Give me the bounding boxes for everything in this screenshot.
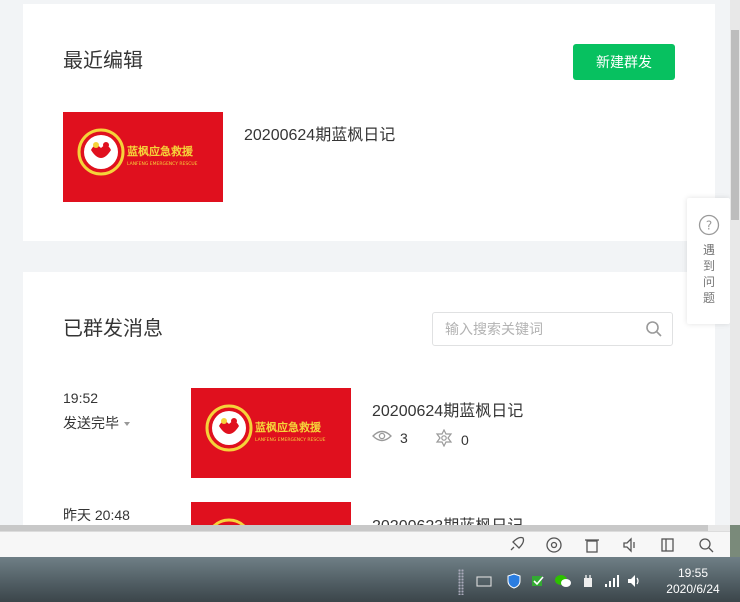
volume-icon[interactable] [626,573,642,589]
wechat-icon[interactable] [554,573,571,589]
message-thumbnail[interactable]: 蓝枫应急救援 LANFENG EMERGENCY RESCUE [191,388,351,478]
rocket-icon[interactable] [507,536,525,554]
search-box[interactable] [432,312,673,346]
lanfeng-logo: 蓝枫应急救援 LANFENG EMERGENCY RESCUE [191,388,351,478]
taskbar-grip[interactable] [458,569,464,595]
speaker-icon[interactable] [621,536,639,554]
thumb-en-text: LANFENG EMERGENCY RESCUE [127,161,198,167]
new-mass-send-button[interactable]: 新建群发 [573,44,675,80]
chevron-down-icon [124,422,130,427]
keyboard-icon[interactable] [476,573,492,589]
view-count: 3 [372,429,408,446]
vertical-scrollbar[interactable] [730,0,740,525]
taskbar-clock[interactable]: 19:55 2020/6/24 [648,565,738,597]
help-icon: ? [698,214,720,241]
search-input[interactable] [443,320,642,338]
message-title[interactable]: 20200623期蓝枫日记 [372,512,523,525]
browser-status-bar [0,531,730,558]
vertical-scroll-thumb[interactable] [731,30,739,220]
message-time: 19:52 [63,390,99,406]
zoom-icon[interactable] [697,536,715,554]
taskbar: 19:55 2020/6/24 [0,557,740,602]
help-tab[interactable]: ? 遇到问题 [687,198,730,324]
clock-date: 2020/6/24 [666,582,720,596]
thumb-cn-text: 蓝枫应急救援 [255,420,322,434]
message-status-label: 发送完毕 [63,415,119,431]
share-icon [435,428,453,450]
window-icon[interactable] [659,536,677,554]
lanfeng-logo: 蓝枫应急救援 [191,502,351,525]
search-icon[interactable] [645,320,663,343]
message-time: 昨天 20:48 [63,507,130,523]
thumb-en-text: LANFENG EMERGENCY RESCUE [255,437,326,443]
help-label: 遇到问题 [703,243,716,305]
chrome-icon[interactable] [545,536,563,554]
thumb-cn-text: 蓝枫应急救援 [127,144,194,158]
view-count-value: 3 [400,429,408,446]
share-count: 0 [435,428,469,450]
eye-icon [372,429,392,446]
message-title[interactable]: 20200624期蓝枫日记 [372,397,523,421]
share-count-value: 0 [461,431,469,448]
shield-icon[interactable] [506,573,522,589]
clock-time: 19:55 [677,566,709,580]
recent-edits-card: 最近编辑 新建群发 蓝枫应急救援 LANFENG EMERGENCY RESCU… [23,4,715,241]
sent-messages-title: 已群发消息 [63,318,163,340]
page: 最近编辑 新建群发 蓝枫应急救援 LANFENG EMERGENCY RESCU… [0,0,730,525]
message-status[interactable]: 发送完毕 [63,413,130,433]
recent-edits-title: 最近编辑 [63,50,143,72]
recent-article-thumbnail[interactable]: 蓝枫应急救援 LANFENG EMERGENCY RESCUE [63,112,223,202]
lanfeng-logo: 蓝枫应急救援 LANFENG EMERGENCY RESCUE [63,112,223,202]
trash-icon[interactable] [583,536,601,554]
security-check-icon[interactable] [530,573,546,589]
message-thumbnail[interactable]: 蓝枫应急救援 [191,502,351,525]
recent-article-title[interactable]: 20200624期蓝枫日记 [244,121,395,145]
network-icon[interactable] [604,573,620,589]
svg-text:?: ? [706,219,712,233]
sent-messages-card: 已群发消息 19:52 发送完毕 蓝枫应急救援 LANFENG EMERGENC… [23,272,715,525]
plug-icon[interactable] [580,573,596,589]
desktop-corner [730,525,740,557]
